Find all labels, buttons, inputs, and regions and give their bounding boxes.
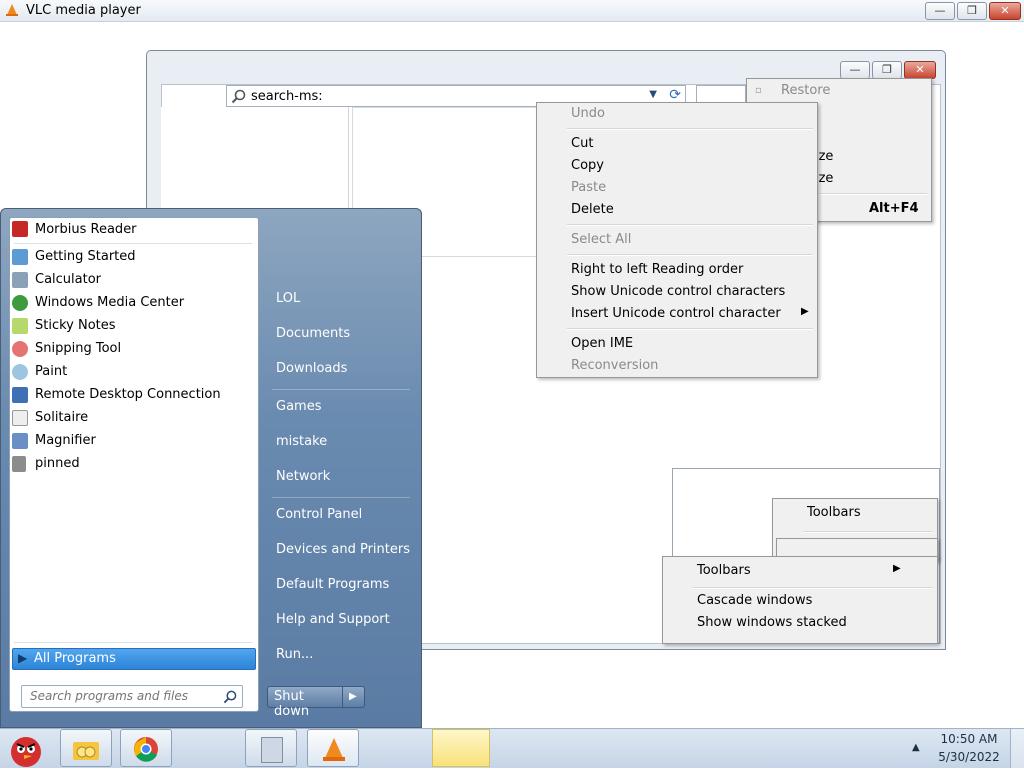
start-orb-button[interactable]: [0, 728, 54, 768]
pinned-windows-media-center[interactable]: Windows Media Center: [35, 295, 184, 310]
chrome-icon: [134, 737, 158, 762]
paint-icon: [12, 364, 28, 380]
media-center-icon: [12, 295, 28, 311]
place-mistake[interactable]: mistake: [276, 434, 327, 449]
menu-item-cut[interactable]: Cut: [571, 136, 593, 151]
place-documents[interactable]: Documents: [276, 326, 350, 341]
folder-icon: [73, 742, 99, 760]
search-icon: [231, 89, 246, 104]
menu-item-insert-unicode[interactable]: Insert Unicode control character: [571, 306, 781, 321]
snipping-tool-icon: [12, 341, 28, 357]
place-control-panel[interactable]: Control Panel: [276, 507, 362, 522]
vlc-titlebar: VLC media player: [0, 0, 1024, 22]
dialog-minimize-button[interactable]: —: [840, 61, 870, 79]
place-run[interactable]: Run...: [276, 647, 313, 662]
restore-icon: ▫: [755, 85, 762, 96]
pinned-morbius-reader[interactable]: Morbius Reader: [35, 222, 137, 237]
sticky-notes-icon: [12, 318, 28, 334]
menu-item-undo[interactable]: Undo: [571, 106, 605, 121]
menu-item-reconversion[interactable]: Reconversion: [571, 358, 658, 373]
arrow-right-icon: ▶: [18, 651, 28, 665]
menu-item-copy[interactable]: Copy: [571, 158, 604, 173]
places-divider: [272, 497, 410, 498]
place-games[interactable]: Games: [276, 399, 321, 414]
all-programs-label: All Programs: [34, 651, 116, 666]
window-title: VLC media player: [26, 3, 141, 18]
pinned-getting-started[interactable]: Getting Started: [35, 249, 136, 264]
menu-item-stacked[interactable]: Show windows stacked: [697, 615, 847, 630]
place-devices-printers[interactable]: Devices and Printers: [276, 542, 410, 557]
pinned-item[interactable]: pinned: [35, 456, 80, 471]
place-lol[interactable]: LOL: [276, 291, 300, 306]
menu-item-delete[interactable]: Delete: [571, 202, 614, 217]
places-divider: [272, 389, 410, 390]
dialog-close-button[interactable]: ✕: [904, 61, 936, 79]
menu-item-toolbars-back[interactable]: Toolbars: [807, 505, 861, 520]
place-downloads[interactable]: Downloads: [276, 361, 347, 376]
angry-bird-icon: [11, 737, 41, 767]
calculator-icon: [12, 272, 28, 288]
menu-item-open-ime[interactable]: Open IME: [571, 336, 633, 351]
pinned-paint[interactable]: Paint: [35, 364, 67, 379]
refresh-icon[interactable]: ⟳: [669, 87, 681, 103]
menu-item-cascade[interactable]: Cascade windows: [697, 593, 812, 608]
vlc-cone-icon: [323, 738, 345, 761]
pinned-sticky-notes[interactable]: Sticky Notes: [35, 318, 116, 333]
getting-started-icon: [12, 249, 28, 265]
taskbar-vlc-button[interactable]: [307, 729, 359, 767]
close-button[interactable]: ✕: [989, 2, 1021, 20]
clock-date[interactable]: 5/30/2022: [936, 750, 1002, 764]
submenu-arrow-icon: ▶: [893, 563, 901, 574]
taskbar-context-menu: Toolbars ▶ Cascade windows Show windows …: [662, 556, 938, 644]
start-search-input[interactable]: [28, 688, 212, 704]
menu-item-restore[interactable]: Restore: [781, 83, 830, 98]
place-network[interactable]: Network: [276, 469, 330, 484]
vlc-cone-icon: [6, 4, 18, 16]
shutdown-options-button[interactable]: ▶: [343, 686, 365, 708]
pinned-magnifier[interactable]: Magnifier: [35, 433, 96, 448]
minimize-button[interactable]: —: [925, 2, 955, 20]
dialog-maximize-button[interactable]: ❐: [872, 61, 902, 79]
notification-chevron-icon[interactable]: ▲: [912, 742, 920, 753]
edit-context-menu: Undo Cut Copy Paste Delete Select All Ri…: [536, 102, 818, 378]
menu-item-select-all[interactable]: Select All: [571, 232, 631, 247]
solitaire-icon: [12, 410, 28, 426]
menu-item-rtl-order[interactable]: Right to left Reading order: [571, 262, 743, 277]
remote-desktop-icon: [12, 387, 28, 403]
pdf-reader-icon: [12, 221, 28, 237]
arrow-right-icon: ▶: [349, 691, 357, 702]
pinned-calculator[interactable]: Calculator: [35, 272, 101, 287]
calculator-icon: [261, 737, 283, 763]
place-help-support[interactable]: Help and Support: [276, 612, 390, 627]
menu-item-paste[interactable]: Paste: [571, 180, 606, 195]
chevron-down-icon[interactable]: ▼: [649, 89, 657, 100]
pinned-divider: [14, 243, 252, 244]
submenu-arrow-icon: ▶: [801, 306, 809, 317]
pinned-remote-desktop[interactable]: Remote Desktop Connection: [35, 387, 221, 402]
pinned-solitaire[interactable]: Solitaire: [35, 410, 88, 425]
show-desktop-button[interactable]: [1010, 729, 1024, 768]
place-default-programs[interactable]: Default Programs: [276, 577, 389, 592]
all-programs-divider: [14, 642, 252, 643]
magnifier-icon: [12, 433, 28, 449]
all-programs-button[interactable]: ▶ All Programs: [12, 648, 256, 670]
pinned-app-icon: [12, 456, 26, 472]
taskbar-explorer-button[interactable]: [60, 729, 112, 767]
menu-item-show-unicode[interactable]: Show Unicode control characters: [571, 284, 785, 299]
taskbar-chrome-button[interactable]: [120, 729, 172, 767]
search-input[interactable]: search-ms:: [251, 89, 323, 104]
close-shortcut[interactable]: Alt+F4: [869, 201, 919, 216]
taskbar-active-window-button[interactable]: [432, 729, 490, 767]
pinned-snipping-tool[interactable]: Snipping Tool: [35, 341, 121, 356]
menu-item-toolbars[interactable]: Toolbars: [697, 563, 751, 578]
clock-time[interactable]: 10:50 AM: [936, 732, 1002, 746]
search-icon[interactable]: [223, 690, 237, 704]
shutdown-label: Shut down: [274, 689, 310, 719]
maximize-button[interactable]: ❐: [957, 2, 987, 20]
start-search-box[interactable]: [21, 685, 243, 708]
taskbar-calculator-button[interactable]: [245, 729, 297, 767]
shutdown-button[interactable]: Shut down: [267, 686, 343, 719]
